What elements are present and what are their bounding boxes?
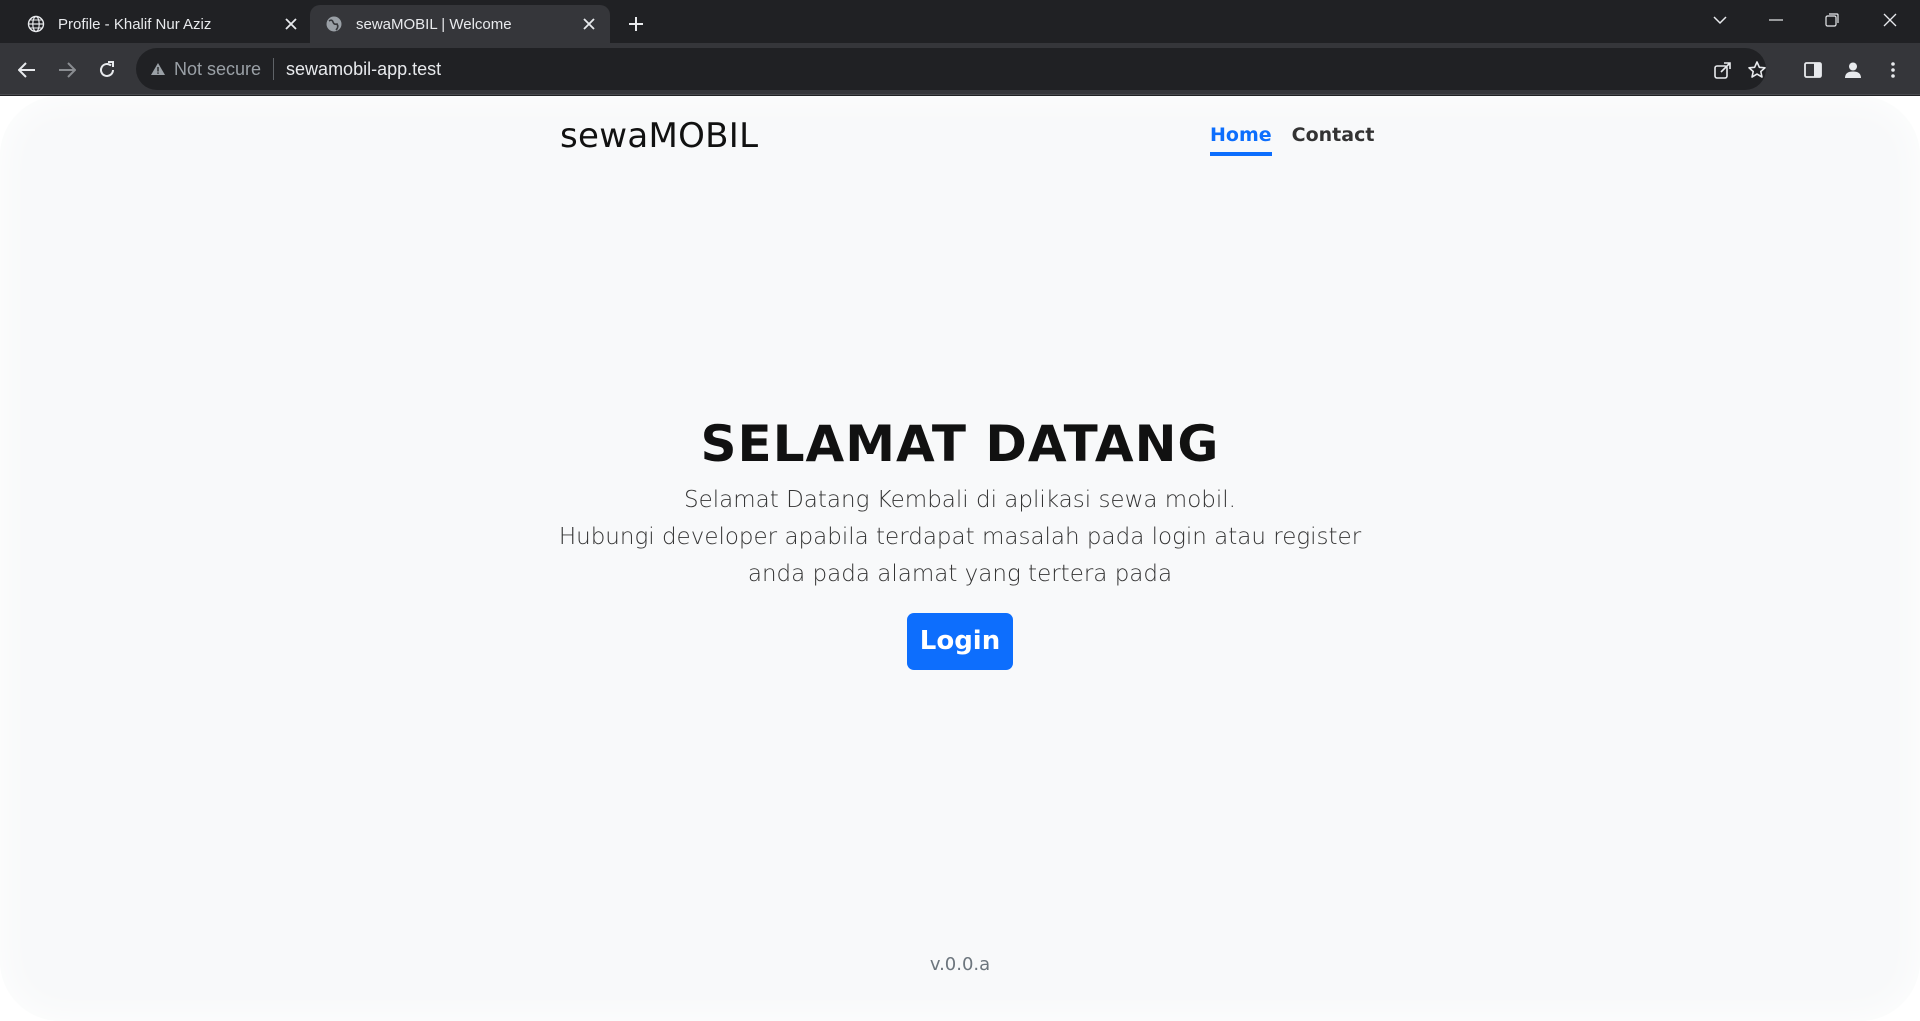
forward-button[interactable] [52,55,82,85]
nav-home[interactable]: Home [1210,124,1272,156]
warning-icon[interactable] [148,59,168,79]
back-button[interactable] [12,55,42,85]
share-icon[interactable] [1712,59,1734,81]
hero-title: SELAMAT DATANG [700,415,1220,473]
menu-button[interactable] [1878,55,1908,85]
more-vertical-icon [1891,62,1895,78]
address-bar[interactable]: Not secure sewamobil-app.test [136,48,1766,90]
browser-tab-strip: Profile - Khalif Nur Aziz sewaMOBIL | We… [0,0,1920,43]
main-nav: Home Contact [1210,124,1374,156]
security-label[interactable]: Not secure [174,59,261,80]
hero-text: Selamat Datang Kembali di aplikasi sewa … [0,482,1920,593]
plus-icon [629,17,643,31]
reload-icon [100,61,114,77]
login-button[interactable]: Login [907,613,1013,670]
new-tab-button[interactable] [622,10,650,38]
avatar-icon [1845,62,1861,78]
hero-line-3: anda pada alamat yang tertera pada [747,561,1173,587]
tab-welcome[interactable]: sewaMOBIL | Welcome [310,5,610,43]
tab-search-button[interactable] [1700,6,1740,34]
minimize-button[interactable] [1756,6,1796,34]
close-window-button[interactable] [1870,6,1910,34]
arrow-right-icon [59,62,76,78]
divider [273,58,275,80]
close-icon [1883,13,1897,27]
profile-button[interactable] [1838,55,1868,85]
browser-toolbar: Not secure sewamobil-app.test [0,43,1920,95]
globe-icon [26,14,46,34]
hero-line-1: Selamat Datang Kembali di aplikasi sewa … [684,487,1236,513]
restore-button[interactable] [1812,6,1852,34]
close-icon[interactable] [280,13,302,35]
restore-icon [1825,13,1839,27]
site-brand[interactable]: sewaMOBIL [560,116,758,156]
tab-profile[interactable]: Profile - Khalif Nur Aziz [12,5,312,43]
reload-button[interactable] [92,55,122,85]
hero-section: SELAMAT DATANG Selamat Datang Kembali di… [0,414,1920,670]
hero-line-2: Hubungi developer apabila terdapat masal… [558,524,1362,550]
star-icon[interactable] [1746,59,1768,81]
side-panel-button[interactable] [1798,55,1828,85]
minimize-icon [1769,19,1783,21]
url-text[interactable]: sewamobil-app.test [286,59,441,80]
page-container: sewaMOBIL Home Contact SELAMAT DATANG Se… [0,96,1920,1021]
side-panel-icon [1804,62,1822,78]
nav-contact[interactable]: Contact [1292,124,1375,156]
close-icon[interactable] [578,13,600,35]
tab-title: Profile - Khalif Nur Aziz [58,15,212,33]
chevron-down-icon [1713,16,1727,25]
version-label: v.0.0.a [929,954,991,975]
page-viewport: sewaMOBIL Home Contact SELAMAT DATANG Se… [0,96,1920,1021]
globe-icon [324,14,344,34]
arrow-left-icon [18,62,35,78]
tab-title: sewaMOBIL | Welcome [356,15,512,33]
